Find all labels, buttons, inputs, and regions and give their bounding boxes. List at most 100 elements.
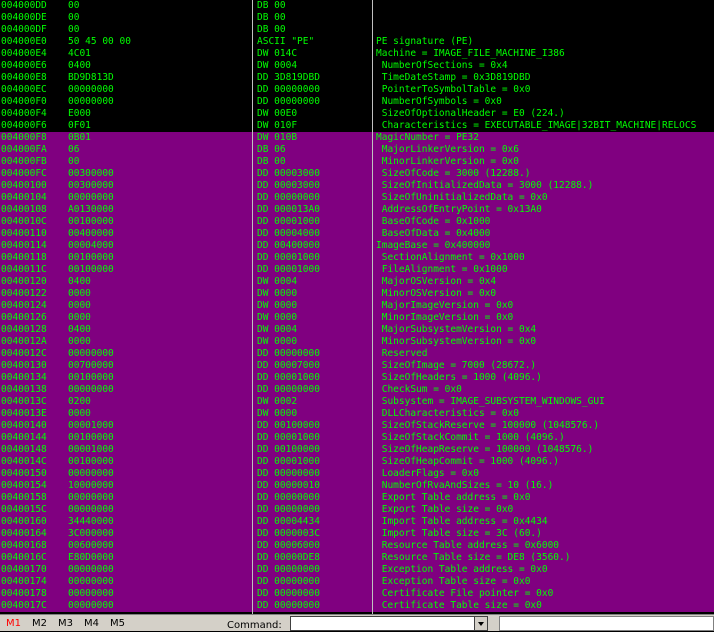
- dump-row[interactable]: 0040015C 00000000 DD 00000000 Export Table…: [0, 504, 714, 516]
- row-disassembly: DW 0000: [257, 300, 298, 311]
- row-address: 00400110: [1, 228, 47, 239]
- row-disassembly: DD 00001000: [257, 264, 320, 275]
- dump-row[interactable]: 00400104 00000000 DD 00000000 SizeOfUninit…: [0, 192, 714, 204]
- row-hex-bytes: 00000000: [68, 576, 114, 587]
- dump-row[interactable]: 004000F6 0F01 DW 010F Characteristics = EX…: [0, 120, 714, 132]
- dump-row[interactable]: 00400178 00000000 DD 00000000 Certificate …: [0, 588, 714, 600]
- dump-row[interactable]: 004000DD 00 DB 00: [0, 0, 714, 12]
- row-hex-bytes: 50 45 00 00: [68, 36, 131, 47]
- dump-row[interactable]: 004000FA 06 DB 06 MajorLinkerVersion = 0x6: [0, 144, 714, 156]
- row-comment: NumberOfRvaAndSizes = 10 (16.): [376, 480, 554, 491]
- row-hex-bytes: 00000000: [68, 96, 114, 107]
- row-disassembly: DD 00007000: [257, 360, 320, 371]
- dump-row[interactable]: 004000E0 50 45 00 00 ASCII "PE" PE signatur…: [0, 36, 714, 48]
- dump-row[interactable]: 00400130 00700000 DD 00007000 SizeOfImage …: [0, 360, 714, 372]
- dump-row[interactable]: 004000EC 00000000 DD 00000000 PointerToSym…: [0, 84, 714, 96]
- row-address: 004000E8: [1, 72, 47, 83]
- dump-row[interactable]: 00400120 0400 DW 0004 MajorOSVersion = 0x4: [0, 276, 714, 288]
- dump-row[interactable]: 00400160 34440000 DD 00004434 Import Table…: [0, 516, 714, 528]
- row-hex-bytes: 00100000: [68, 372, 114, 383]
- dump-row[interactable]: 004000F4 E000 DW 00E0 SizeOfOptionalHeader…: [0, 108, 714, 120]
- dump-row[interactable]: 00400174 00000000 DD 00000000 Exception Ta…: [0, 576, 714, 588]
- row-comment: MagicNumber = PE32: [376, 132, 479, 143]
- dump-row[interactable]: 0040010C 00100000 DD 00001000 BaseOfCode =…: [0, 216, 714, 228]
- command-input[interactable]: [290, 616, 476, 631]
- column-separator[interactable]: [252, 0, 253, 614]
- row-disassembly: DD 00000000: [257, 600, 320, 611]
- dump-row[interactable]: 004000E4 4C01 DW 014C Machine = IMAGE_FILE_…: [0, 48, 714, 60]
- row-comment: Certificate Table size = 0x0: [376, 600, 542, 611]
- memory-tab-m2[interactable]: M2: [32, 618, 47, 630]
- row-comment: Resource Table size = DE8 (3560.): [376, 552, 571, 563]
- row-comment: SizeOfHeapReserve = 100000 (1048576.): [376, 444, 594, 455]
- row-hex-bytes: 0000: [68, 408, 91, 419]
- memory-tab-m1[interactable]: M1: [6, 618, 21, 630]
- command-history-dropdown-button[interactable]: [474, 616, 488, 631]
- row-comment: TimeDateStamp = 0x3D819DBD: [376, 72, 531, 83]
- row-disassembly: DD 00000000: [257, 96, 320, 107]
- dump-row[interactable]: 004000FC 00300000 DD 00003000 SizeOfCode =…: [0, 168, 714, 180]
- dump-row[interactable]: 00400108 A0130000 DD 000013A0 AddressOfEnt…: [0, 204, 714, 216]
- row-disassembly: DD 00000000: [257, 588, 320, 599]
- dump-row[interactable]: 0040017C 00000000 DD 00000000 Certificate …: [0, 600, 714, 612]
- dump-row[interactable]: 0040016C E80D0000 DD 00000DE8 Resource Tab…: [0, 552, 714, 564]
- dump-row[interactable]: 0040012A 0000 DW 0000 MinorSubsystemVersio…: [0, 336, 714, 348]
- dump-row[interactable]: 004000FB 00 DB 00 MinorLinkerVersion = 0x0: [0, 156, 714, 168]
- row-hex-bytes: 0000: [68, 336, 91, 347]
- row-address: 004000DF: [1, 24, 47, 35]
- row-hex-bytes: 3C000000: [68, 528, 114, 539]
- row-address: 0040010C: [1, 216, 47, 227]
- dump-row[interactable]: 0040014C 00100000 DD 00001000 SizeOfHeapCo…: [0, 456, 714, 468]
- dump-row[interactable]: 00400134 00100000 DD 00001000 SizeOfHeader…: [0, 372, 714, 384]
- row-hex-bytes: 00300000: [68, 168, 114, 179]
- dump-row[interactable]: 00400128 0400 DW 0004 MajorSubsystemVersio…: [0, 324, 714, 336]
- dump-row[interactable]: 00400144 00100000 DD 00001000 SizeOfStackC…: [0, 432, 714, 444]
- row-address: 00400148: [1, 444, 47, 455]
- row-comment: Resource Table address = 0x6000: [376, 540, 560, 551]
- dump-row[interactable]: 00400148 00001000 DD 00100000 SizeOfHeapRe…: [0, 444, 714, 456]
- dump-rows: 004000DD 00 DB 00 004000DE 00 DB 00 004000DF 00…: [0, 0, 714, 612]
- dump-row[interactable]: 00400140 00001000 DD 00100000 SizeOfStackR…: [0, 420, 714, 432]
- dump-row[interactable]: 0040013E 0000 DW 0000 DLLCharacteristics =…: [0, 408, 714, 420]
- row-disassembly: DW 010F: [257, 120, 298, 131]
- row-disassembly: DD 00000000: [257, 468, 320, 479]
- dump-row[interactable]: 004000DF 00 DB 00: [0, 24, 714, 36]
- memory-tab-m3[interactable]: M3: [58, 618, 73, 630]
- column-separator[interactable]: [372, 0, 373, 614]
- dump-row[interactable]: 00400138 00000000 DD 00000000 CheckSum = 0…: [0, 384, 714, 396]
- row-comment: AddressOfEntryPoint = 0x13A0: [376, 204, 542, 215]
- dump-row[interactable]: 00400154 10000000 DD 00000010 NumberOfRvaA…: [0, 480, 714, 492]
- dump-row[interactable]: 00400164 3C000000 DD 0000003C Import Table…: [0, 528, 714, 540]
- dump-row[interactable]: 0040013C 0200 DW 0002 Subsystem = IMAGE_SU…: [0, 396, 714, 408]
- dump-row[interactable]: 004000F8 0B01 DW 010B MagicNumber = PE32: [0, 132, 714, 144]
- dump-row[interactable]: 00400150 00000000 DD 00000000 LoaderFlags …: [0, 468, 714, 480]
- dump-row[interactable]: 00400124 0000 DW 0000 MajorImageVersion = …: [0, 300, 714, 312]
- dump-row[interactable]: 00400110 00400000 DD 00004000 BaseOfData =…: [0, 228, 714, 240]
- memory-tab-m4[interactable]: M4: [84, 618, 99, 630]
- dump-row[interactable]: 00400100 00300000 DD 00003000 SizeOfInitia…: [0, 180, 714, 192]
- dump-row[interactable]: 00400114 00004000 DD 00400000 ImageBase = 0…: [0, 240, 714, 252]
- dump-row[interactable]: 00400168 00600000 DD 00006000 Resource Tab…: [0, 540, 714, 552]
- memory-dump-pane[interactable]: 004000DD 00 DB 00 004000DE 00 DB 00 004000DF 00…: [0, 0, 714, 614]
- dump-row[interactable]: 0040012C 00000000 DD 00000000 Reserved: [0, 348, 714, 360]
- memory-tab-m5[interactable]: M5: [110, 618, 125, 630]
- dump-row[interactable]: 0040011C 00100000 DD 00001000 FileAlignmen…: [0, 264, 714, 276]
- dump-row[interactable]: 004000E6 0400 DW 0004 NumberOfSections = 0…: [0, 60, 714, 72]
- dump-row[interactable]: 00400122 0000 DW 0000 MinorOSVersion = 0x0: [0, 288, 714, 300]
- row-disassembly: DW 0004: [257, 324, 298, 335]
- row-hex-bytes: 0400: [68, 60, 91, 71]
- row-hex-bytes: 0F01: [68, 120, 91, 131]
- dump-row[interactable]: 00400118 00100000 DD 00001000 SectionAlign…: [0, 252, 714, 264]
- row-hex-bytes: 4C01: [68, 48, 91, 59]
- dump-row[interactable]: 00400126 0000 DW 0000 MinorImageVersion = …: [0, 312, 714, 324]
- dump-row[interactable]: 00400170 00000000 DD 00000000 Exception Ta…: [0, 564, 714, 576]
- dump-row[interactable]: 004000F0 00000000 DD 00000000 NumberOfSymb…: [0, 96, 714, 108]
- row-disassembly: DW 0002: [257, 396, 298, 407]
- row-comment: SizeOfHeapCommit = 1000 (4096.): [376, 456, 560, 467]
- row-address: 004000FB: [1, 156, 47, 167]
- dump-row[interactable]: 004000E8 BD9D813D DD 3D819DBD TimeDateStam…: [0, 72, 714, 84]
- row-hex-bytes: 00000000: [68, 468, 114, 479]
- row-disassembly: DB 00: [257, 156, 286, 167]
- dump-row[interactable]: 004000DE 00 DB 00: [0, 12, 714, 24]
- dump-row[interactable]: 00400158 00000000 DD 00000000 Export Table…: [0, 492, 714, 504]
